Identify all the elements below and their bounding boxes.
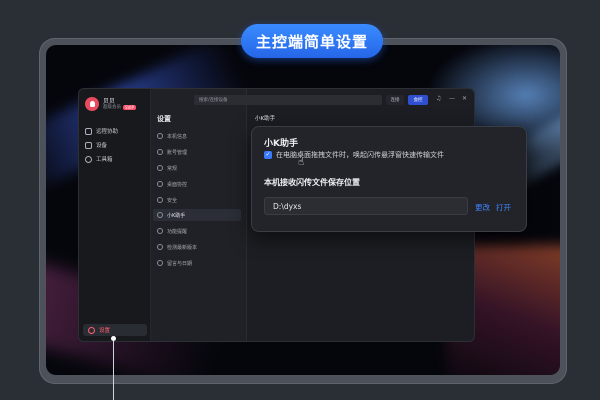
bell-icon — [157, 228, 163, 234]
toolbox-icon — [85, 155, 92, 163]
menu-item-general[interactable]: 常规 — [153, 162, 241, 174]
close-icon[interactable]: ✕ — [462, 95, 467, 102]
menu-item-account[interactable]: 账号管理 — [153, 146, 241, 158]
menu-item-security[interactable]: 安全 — [153, 194, 241, 206]
shield-icon — [157, 197, 163, 203]
bell-icon[interactable]: ♫ — [436, 95, 441, 102]
nav-item-label: 设置 — [99, 328, 111, 334]
k-assistant-card: 小K助手 ✓ 在电脑桌面拖拽文件时，唤起闪传悬浮窗快速传输文件 ☝ 本机接收闪传… — [251, 126, 527, 232]
callout-dot — [111, 336, 116, 341]
search-input[interactable]: 搜索/连接设备 — [194, 95, 382, 105]
refresh-icon — [157, 244, 163, 250]
menu-item-k-assistant[interactable]: 小K助手 — [153, 209, 241, 221]
save-location-heading: 本机接收闪传文件保存位置 — [264, 178, 360, 187]
main-nav: 贝贝 超级会员 SVIP 远程协助 设备 工具箱 设置 — [79, 89, 151, 341]
avatar — [85, 97, 99, 111]
menu-item-device-info[interactable]: 本机信息 — [153, 130, 241, 142]
minimize-icon[interactable]: — — [449, 95, 455, 102]
profile-subtitle: 超级会员 — [103, 104, 121, 110]
monitor-icon — [85, 141, 92, 149]
meeting-button[interactable]: 会控 — [408, 95, 428, 105]
profile-name: 贝贝 — [103, 97, 116, 105]
menu-item-reminders[interactable]: 功能提醒 — [153, 225, 241, 237]
message-icon — [157, 260, 163, 266]
vip-badge: SVIP — [123, 105, 136, 110]
nav-item-toolbox[interactable]: 工具箱 — [85, 153, 113, 165]
remote-icon — [85, 127, 92, 135]
banner-title: 主控端简单设置 — [241, 24, 383, 58]
nav-item-remote[interactable]: 远程协助 — [85, 125, 118, 137]
gear-icon — [88, 326, 95, 334]
assistant-icon — [157, 212, 163, 218]
nav-item-label: 工具箱 — [96, 157, 113, 163]
hand-cursor-icon: ☝ — [298, 157, 305, 168]
connect-button[interactable]: 连接 — [386, 95, 404, 105]
callout-line — [113, 338, 114, 400]
settings-menu: 设置 本机信息 账号管理 常规 桌面协控 安全 小K助手 功能提醒 检测最新版本… — [151, 89, 247, 341]
desktop-icon — [157, 181, 163, 187]
general-icon — [157, 165, 163, 171]
nav-item-label: 设备 — [96, 143, 108, 149]
open-link[interactable]: 打开 — [496, 202, 511, 213]
nav-item-label: 远程协助 — [96, 129, 119, 135]
nav-item-settings[interactable]: 设置 — [83, 324, 147, 336]
content-title: 小K助手 — [255, 116, 276, 122]
menu-title: 设置 — [157, 115, 171, 123]
menu-item-desktop[interactable]: 桌面协控 — [153, 178, 241, 190]
drag-transfer-checkbox[interactable]: ✓ — [264, 151, 272, 159]
change-link[interactable]: 更改 — [475, 202, 490, 213]
nav-item-devices[interactable]: 设备 — [85, 139, 107, 151]
info-icon — [157, 133, 163, 139]
user-icon — [157, 149, 163, 155]
menu-item-check-update[interactable]: 检测最新版本 — [153, 241, 241, 253]
card-heading: 小K助手 — [264, 139, 298, 149]
profile[interactable]: 贝贝 超级会员 SVIP — [85, 97, 136, 111]
save-path-field[interactable]: D:\dyxs — [264, 197, 468, 215]
menu-item-feedback[interactable]: 留言与日期 — [153, 257, 241, 269]
